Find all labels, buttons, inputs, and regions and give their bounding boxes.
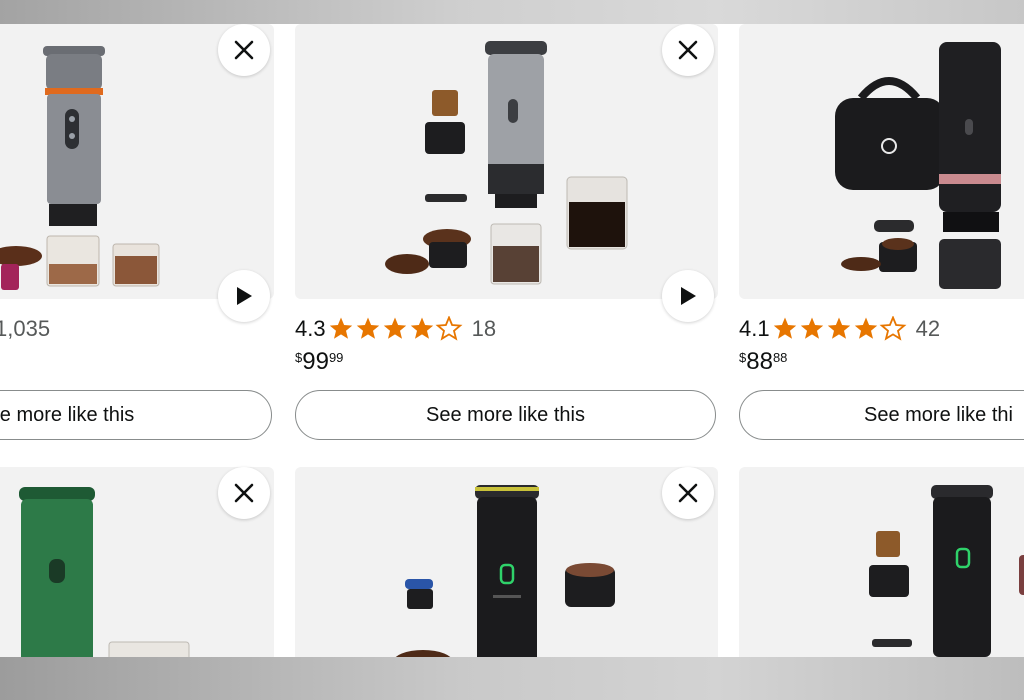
close-icon — [678, 40, 698, 60]
see-more-like-this-button[interactable]: See more like thi — [739, 390, 1024, 440]
stars-icon — [329, 316, 461, 340]
star-rating — [772, 316, 908, 342]
review-count[interactable]: 42 — [916, 316, 940, 342]
price-whole: 88 — [746, 348, 773, 375]
dismiss-button[interactable] — [218, 467, 270, 519]
star-rating — [328, 316, 464, 342]
price-whole: 99 — [302, 348, 329, 375]
play-icon — [237, 287, 252, 305]
dismiss-button[interactable] — [662, 24, 714, 76]
rating-row[interactable]: 4.1 42 — [739, 314, 940, 344]
product-grid: 1,035 ee more like this 4.3 18 $9999 See… — [0, 24, 1024, 657]
espresso-maker-illustration — [835, 42, 1001, 289]
rating-value: 4.1 — [739, 316, 770, 341]
espresso-maker-illustration — [869, 485, 1024, 657]
price: $9999 — [295, 348, 343, 376]
close-icon — [234, 483, 254, 503]
rating-value: 4.3 — [295, 316, 326, 341]
see-more-like-this-button[interactable]: ee more like this — [0, 390, 272, 440]
price-fraction: 88 — [772, 350, 788, 365]
review-count[interactable]: 18 — [472, 316, 496, 342]
price-symbol: $ — [295, 350, 303, 365]
price-fraction: 99 — [328, 350, 344, 365]
dismiss-button[interactable] — [662, 467, 714, 519]
close-icon — [678, 483, 698, 503]
rating-row[interactable]: 4.3 18 — [295, 314, 496, 344]
bottom-frame-bar — [0, 657, 1024, 700]
stars-icon — [773, 316, 905, 340]
top-frame-bar — [0, 0, 1024, 24]
price: $8888 — [739, 348, 787, 376]
play-video-button[interactable] — [218, 270, 270, 322]
product-image[interactable] — [295, 467, 718, 657]
product-image[interactable] — [739, 467, 1024, 657]
price-symbol: $ — [739, 350, 747, 365]
see-more-like-this-button[interactable]: See more like this — [295, 390, 716, 440]
review-count[interactable]: 1,035 — [0, 316, 50, 342]
product-image[interactable] — [295, 24, 718, 299]
espresso-maker-illustration — [385, 41, 628, 285]
rating-row[interactable]: 1,035 — [0, 314, 50, 344]
product-image[interactable] — [739, 24, 1024, 299]
play-video-button[interactable] — [662, 270, 714, 322]
close-icon — [234, 40, 254, 60]
dismiss-button[interactable] — [218, 24, 270, 76]
espresso-maker-illustration — [395, 485, 615, 657]
play-icon — [681, 287, 696, 305]
